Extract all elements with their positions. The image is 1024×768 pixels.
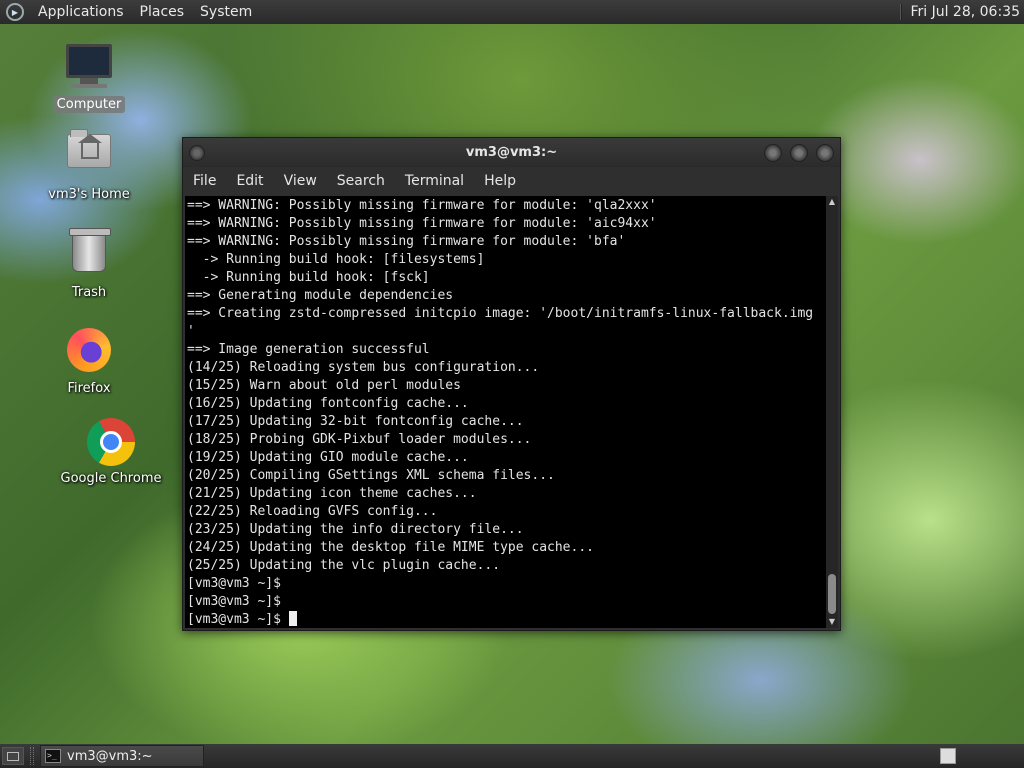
- bottom-panel: >_ vm3@vm3:~: [0, 744, 1024, 768]
- desktop-icon-label: Computer: [52, 96, 126, 113]
- scroll-up-arrow-icon[interactable]: ▲: [826, 196, 838, 208]
- menu-edit[interactable]: Edit: [226, 167, 273, 195]
- terminal-line: (15/25) Warn about old perl modules: [187, 378, 461, 393]
- terminal-line: ==> Creating zstd-compressed initcpio im…: [187, 306, 814, 321]
- terminal-line: -> Running build hook: [fsck]: [187, 270, 430, 285]
- maximize-button[interactable]: [790, 143, 808, 162]
- panel-separator: [900, 4, 903, 20]
- terminal-line: [vm3@vm3 ~]$: [187, 594, 281, 609]
- terminal-line: ==> WARNING: Possibly missing firmware f…: [187, 198, 657, 213]
- terminal-output[interactable]: ==> WARNING: Possibly missing firmware f…: [185, 196, 826, 628]
- minimize-button[interactable]: [764, 143, 782, 162]
- desktop-icon-label: Google Chrome: [60, 471, 162, 486]
- clock[interactable]: Fri Jul 28, 06:35: [910, 4, 1024, 20]
- terminal-menubar: File Edit View Search Terminal Help: [183, 167, 840, 195]
- chrome-icon: [87, 418, 135, 466]
- scroll-down-arrow-icon[interactable]: ▼: [826, 616, 838, 628]
- desktop-icon-label: vm3's Home: [48, 187, 130, 202]
- terminal-line: [vm3@vm3 ~]$: [187, 576, 281, 591]
- desktop-icon-label: Firefox: [67, 381, 111, 396]
- terminal-scrollbar[interactable]: ▲ ▼: [826, 196, 838, 628]
- terminal-line: ==> Image generation successful: [187, 342, 430, 357]
- system-menu[interactable]: System: [192, 0, 260, 24]
- desktop-icon-computer[interactable]: Computer: [34, 44, 144, 113]
- terminal-line: (21/25) Updating icon theme caches...: [187, 486, 477, 501]
- scrollbar-thumb[interactable]: [828, 574, 836, 614]
- menu-help[interactable]: Help: [474, 167, 526, 195]
- window-titlebar[interactable]: vm3@vm3:~: [183, 138, 840, 167]
- terminal-line: (19/25) Updating GIO module cache...: [187, 450, 469, 465]
- terminal-line: (22/25) Reloading GVFS config...: [187, 504, 438, 519]
- terminal-line: (18/25) Probing GDK-Pixbuf loader module…: [187, 432, 532, 447]
- places-menu[interactable]: Places: [132, 0, 193, 24]
- terminal-line: (16/25) Updating fontconfig cache...: [187, 396, 469, 411]
- desktop-icon-chrome[interactable]: Google Chrome: [56, 418, 166, 487]
- taskbar-separator: [30, 747, 34, 765]
- distro-logo-icon[interactable]: ▶: [6, 3, 24, 21]
- menu-terminal[interactable]: Terminal: [395, 167, 474, 195]
- taskbar-item-terminal[interactable]: >_ vm3@vm3:~: [40, 745, 204, 767]
- terminal-line: (23/25) Updating the info directory file…: [187, 522, 524, 537]
- desktop-icon-label: Trash: [71, 285, 107, 300]
- top-panel: ▶ Applications Places System Fri Jul 28,…: [0, 0, 1024, 24]
- show-desktop-button[interactable]: [2, 747, 24, 765]
- firefox-icon: [65, 328, 113, 376]
- window-title: vm3@vm3:~: [465, 145, 558, 160]
- menu-search[interactable]: Search: [327, 167, 395, 195]
- terminal-icon: >_: [45, 749, 61, 763]
- workspace-switcher[interactable]: [940, 748, 956, 764]
- terminal-window[interactable]: vm3@vm3:~ File Edit View Search Terminal…: [182, 137, 841, 631]
- desktop-icon-firefox[interactable]: Firefox: [34, 326, 144, 397]
- terminal-line: ==> WARNING: Possibly missing firmware f…: [187, 234, 626, 249]
- text-cursor: [288, 611, 297, 626]
- close-button[interactable]: [816, 143, 834, 162]
- home-folder-icon: [65, 129, 113, 182]
- terminal-line: (20/25) Compiling GSettings XML schema f…: [187, 468, 555, 483]
- desktop-icon: [7, 751, 19, 761]
- terminal-line: ==> WARNING: Possibly missing firmware f…: [187, 216, 657, 231]
- terminal-line: (17/25) Updating 32-bit fontconfig cache…: [187, 414, 524, 429]
- terminal-line: [vm3@vm3 ~]$: [187, 611, 826, 628]
- terminal-line: (25/25) Updating the vlc plugin cache...: [187, 558, 501, 573]
- window-menu-icon[interactable]: [189, 144, 205, 161]
- menu-view[interactable]: View: [274, 167, 327, 195]
- desktop-icon-trash[interactable]: Trash: [34, 228, 144, 301]
- terminal-line: (14/25) Reloading system bus configurati…: [187, 360, 540, 375]
- applications-menu[interactable]: Applications: [30, 0, 132, 24]
- taskbar-item-label: vm3@vm3:~: [67, 748, 153, 764]
- menu-file[interactable]: File: [183, 167, 226, 195]
- terminal-line: ': [187, 324, 195, 339]
- terminal-line: (24/25) Updating the desktop file MIME t…: [187, 540, 594, 555]
- terminal-line: ==> Generating module dependencies: [187, 288, 454, 303]
- desktop-icon-home[interactable]: vm3's Home: [34, 126, 144, 203]
- computer-icon: [65, 44, 113, 92]
- trash-icon: [65, 228, 113, 280]
- terminal-line: -> Running build hook: [filesystems]: [187, 252, 485, 267]
